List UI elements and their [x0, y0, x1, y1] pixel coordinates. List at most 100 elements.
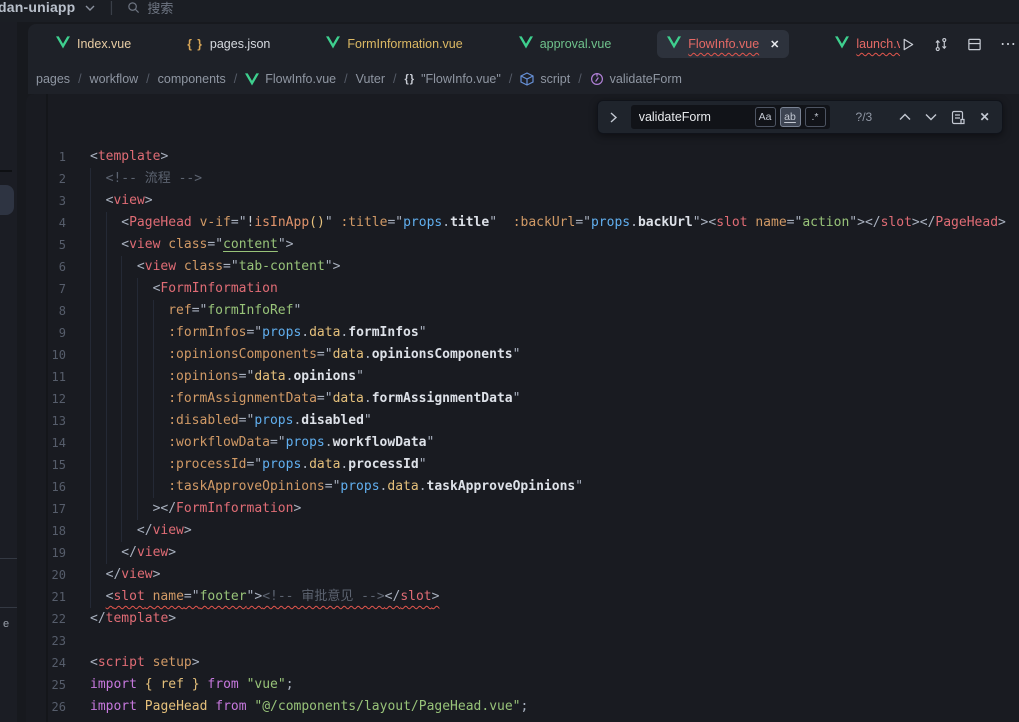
- tab-label: pages.json: [210, 37, 270, 51]
- tab-label: Index.vue: [77, 37, 131, 51]
- code-line-1[interactable]: 1<template>: [26, 146, 1019, 168]
- rail-divider: [0, 607, 17, 608]
- breadcrumb-label: validateForm: [610, 72, 682, 86]
- code-line-14[interactable]: 14:workflowData="props.workflowData": [26, 432, 1019, 454]
- line-number: 25: [26, 674, 66, 696]
- code-line-23[interactable]: 23: [26, 630, 1019, 652]
- code-line-20[interactable]: 20 </view>: [26, 564, 1019, 586]
- sync-button[interactable]: [933, 37, 949, 52]
- code-line-11[interactable]: 11 :opinions="data.opinions": [26, 366, 1019, 388]
- code-line-24[interactable]: 24<script setup>: [26, 652, 1019, 674]
- tab-approval-vue[interactable]: approval.vue: [509, 30, 622, 58]
- close-tab-icon[interactable]: ✕: [770, 38, 779, 51]
- line-number: 5: [26, 234, 66, 256]
- more-actions-icon: ⋯: [1000, 34, 1017, 54]
- close-find-icon[interactable]: ✕: [975, 107, 994, 127]
- code-line-17[interactable]: 17></FormInformation>: [26, 498, 1019, 520]
- breadcrumb-separator: /: [509, 72, 512, 86]
- chevron-down-icon[interactable]: [85, 0, 95, 15]
- code-line-8[interactable]: 8ref="formInfoRef": [26, 300, 1019, 322]
- line-number: 3: [26, 190, 66, 212]
- search-label: 搜索: [147, 0, 173, 17]
- breadcrumb-item-validateform[interactable]: validateForm: [590, 72, 682, 86]
- code-line-3[interactable]: 3<view>: [26, 190, 1019, 212]
- global-search[interactable]: 搜索: [127, 0, 173, 17]
- find-input-box: Aa ab .*: [631, 105, 830, 129]
- code-line-15[interactable]: 15:processId="props.data.processId": [26, 454, 1019, 476]
- line-number: 13: [26, 410, 66, 432]
- split-editor-icon: [967, 37, 982, 52]
- line-number: 20: [26, 564, 66, 586]
- code-line-18[interactable]: 18</view>: [26, 520, 1019, 542]
- line-number: 11: [26, 366, 66, 388]
- code-text: :opinions="data.opinions": [90, 366, 364, 388]
- code-line-6[interactable]: 6<view class="tab-content">: [26, 256, 1019, 278]
- tab-bar: Index.vue { }pages.json FormInformation.vu…: [28, 24, 1019, 64]
- line-number: 9: [26, 322, 66, 344]
- breadcrumb-item--flowinfo-vue-[interactable]: {}"FlowInfo.vue": [405, 72, 501, 86]
- line-number: 4: [26, 212, 66, 234]
- regex-button[interactable]: .*: [805, 107, 826, 127]
- line-number: 1: [26, 146, 66, 168]
- code-line-10[interactable]: 10:opinionsComponents="data.opinionsComp…: [26, 344, 1019, 366]
- code-line-26[interactable]: 26 import PageHead from "@/components/lay…: [26, 696, 1019, 718]
- vue-icon: [326, 36, 340, 52]
- code-line-4[interactable]: 4<PageHead v-if="!isInApp()" :title="pro…: [26, 212, 1019, 234]
- tab-index-vue[interactable]: Index.vue: [46, 30, 141, 58]
- breadcrumb-item-workflow[interactable]: workflow: [90, 72, 139, 86]
- breadcrumb-item-flowinfo-vue[interactable]: FlowInfo.vue: [245, 72, 336, 86]
- rail-selected-item[interactable]: [0, 185, 14, 215]
- code-line-19[interactable]: 19</view>: [26, 542, 1019, 564]
- next-match-button[interactable]: [922, 107, 941, 127]
- breadcrumb-item-components[interactable]: components: [158, 72, 226, 86]
- code-text: import PageHead from "@/components/layou…: [90, 696, 528, 718]
- code-text: </template>: [90, 608, 176, 630]
- split-editor-button[interactable]: [967, 37, 982, 52]
- line-number: 17: [26, 498, 66, 520]
- code-line-7[interactable]: 7<FormInformation: [26, 278, 1019, 300]
- editor-group: Index.vue { }pages.json FormInformation.vu…: [17, 22, 1019, 722]
- find-in-selection-button[interactable]: [949, 107, 968, 127]
- module-icon: [520, 72, 534, 86]
- code-line-22[interactable]: 22 </template>: [26, 608, 1019, 630]
- code-line-25[interactable]: 25import { ref } from "vue";: [26, 674, 1019, 696]
- tab-forminformation-vue[interactable]: FormInformation.vue: [316, 30, 472, 58]
- find-input[interactable]: [639, 110, 751, 124]
- line-number: 22: [26, 608, 66, 630]
- code-line-21[interactable]: 21<slot name="footer"><!-- 审批意见 --></slo…: [26, 586, 1019, 608]
- code-text: :opinionsComponents="data.opinionsCompon…: [90, 344, 520, 366]
- breadcrumb-item-script[interactable]: script: [520, 72, 570, 86]
- code-line-5[interactable]: 5<view class="content">: [26, 234, 1019, 256]
- breadcrumb-item-pages[interactable]: pages: [36, 72, 70, 86]
- breadcrumb-separator: /: [344, 72, 347, 86]
- code-text: :taskApproveOpinions="props.data.taskApp…: [90, 476, 583, 498]
- line-number: 26: [26, 696, 66, 718]
- breadcrumb-label: workflow: [90, 72, 139, 86]
- run-button[interactable]: [900, 37, 915, 52]
- module-icon: [520, 72, 534, 86]
- line-number: 14: [26, 432, 66, 454]
- breadcrumb-label: Vuter: [356, 72, 385, 86]
- previous-match-button[interactable]: [895, 107, 914, 127]
- vue-icon: [835, 36, 849, 52]
- tab-pages-json[interactable]: { }pages.json: [177, 31, 280, 57]
- more-button[interactable]: ⋯: [1000, 34, 1017, 54]
- code-line-12[interactable]: 12 :formAssignmentData="data.formAssignme…: [26, 388, 1019, 410]
- breadcrumb-label: components: [158, 72, 226, 86]
- code-text: </view>: [90, 564, 160, 586]
- tab-flowinfo-vue[interactable]: FlowInfo.vue✕: [657, 30, 789, 58]
- line-number: 12: [26, 388, 66, 410]
- code-line-16[interactable]: 16:taskApproveOpinions="props.data.taskA…: [26, 476, 1019, 498]
- code-line-2[interactable]: 2<!-- 流程 -->: [26, 168, 1019, 190]
- breadcrumb-separator: /: [146, 72, 149, 86]
- match-case-button[interactable]: Aa: [755, 107, 776, 127]
- code-line-13[interactable]: 13:disabled="props.disabled": [26, 410, 1019, 432]
- code-editor[interactable]: 1<template>2<!-- 流程 -->3<view>4<PageHead…: [26, 94, 1019, 722]
- breadcrumb-item-vuter[interactable]: Vuter: [356, 72, 385, 86]
- code-text: :formAssignmentData="data.formAssignment…: [90, 388, 520, 410]
- project-name[interactable]: dan-uniapp: [0, 0, 75, 15]
- find-widget: Aa ab .* ?/3 ✕: [597, 100, 1003, 134]
- code-line-9[interactable]: 9:formInfos="props.data.formInfos": [26, 322, 1019, 344]
- toggle-replace-chevron-icon[interactable]: [604, 107, 623, 127]
- whole-word-button[interactable]: ab: [780, 107, 801, 127]
